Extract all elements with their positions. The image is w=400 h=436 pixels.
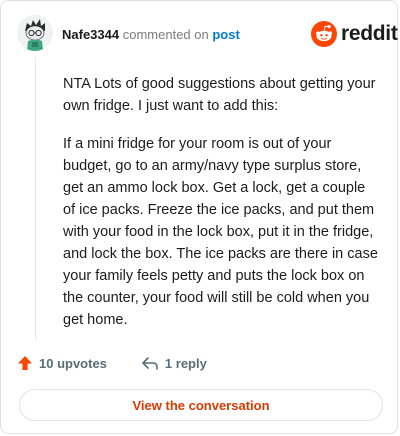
reply-arrow-icon	[142, 357, 158, 370]
comment-paragraph: NTA Lots of good suggestions about getti…	[63, 76, 376, 114]
commented-on-label: commented on	[122, 27, 209, 42]
reddit-wordmark: reddit	[341, 22, 398, 45]
avatar[interactable]	[17, 15, 53, 51]
upvote-button[interactable]: 10 upvotes	[17, 355, 107, 371]
upvote-count: 10 upvotes	[39, 355, 107, 371]
snoo-avatar-icon	[17, 15, 53, 51]
comment-embed-card: Nafe3344 commented on post reddit NTA Lo…	[0, 0, 398, 434]
thread-line	[35, 57, 36, 339]
comment-body: NTA Lots of good suggestions about getti…	[63, 73, 381, 347]
reddit-snoo-icon	[311, 21, 337, 47]
post-link[interactable]: post	[212, 27, 239, 42]
comment-header: Nafe3344 commented on post	[62, 27, 240, 43]
reply-button[interactable]: 1 reply	[141, 355, 207, 371]
view-conversation-button[interactable]: View the conversation	[19, 389, 383, 421]
action-bar: 10 upvotes 1 reply	[17, 355, 207, 371]
username[interactable]: Nafe3344	[62, 27, 119, 42]
reddit-logo[interactable]: reddit	[311, 21, 398, 47]
comment-paragraph: If a mini fridge for your room is out of…	[63, 136, 378, 328]
reply-count: 1 reply	[164, 355, 207, 371]
upvote-arrow-icon	[18, 356, 32, 370]
